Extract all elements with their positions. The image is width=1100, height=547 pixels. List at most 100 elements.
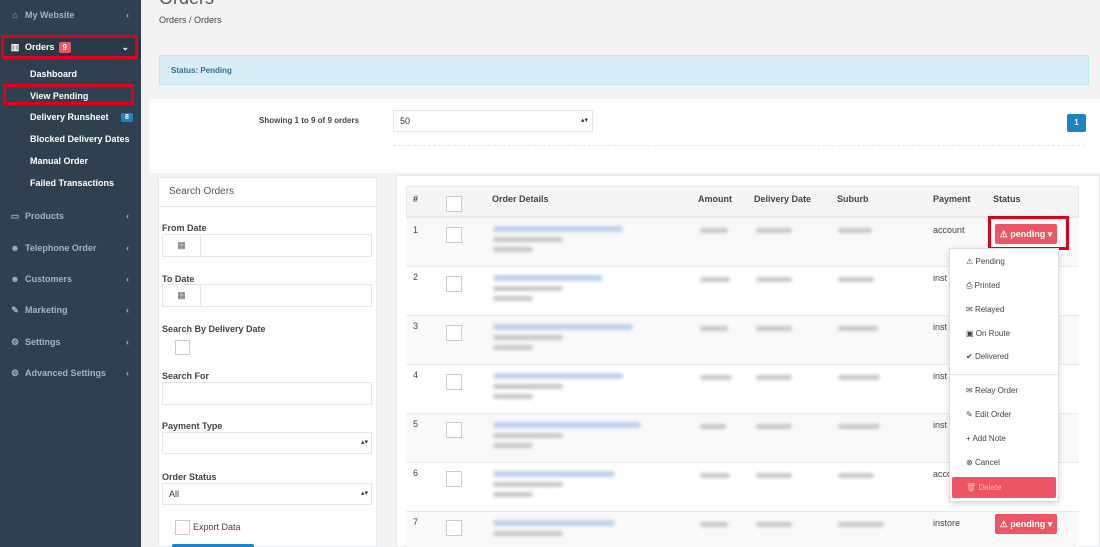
orders-count-badge: 9 <box>58 41 71 53</box>
showing-count: Showing 1 to 9 of 9 orders <box>259 116 360 125</box>
order-link[interactable] <box>493 422 641 428</box>
menu-item-add-note[interactable]: + Add Note <box>966 434 1006 443</box>
chevron-left-icon: ‹ <box>126 305 129 315</box>
row-checkbox[interactable] <box>446 520 462 536</box>
nav-telephone-order[interactable]: ☻ Telephone Order ‹ <box>0 237 141 259</box>
sub-label: Blocked Delivery Dates <box>30 134 130 144</box>
divider <box>158 206 377 207</box>
row-checkbox[interactable] <box>446 325 462 341</box>
col-num: # <box>413 194 419 204</box>
order-link[interactable] <box>493 226 623 232</box>
calendar-icon: ▦ <box>163 285 201 306</box>
nav-my-website[interactable]: ⌂ My Website ‹ <box>0 4 141 26</box>
per-page-select[interactable]: 50 ▴▾ <box>393 110 593 132</box>
nav-advanced-settings[interactable]: ⚙ Advanced Settings ‹ <box>0 362 141 384</box>
row-number: 7 <box>413 517 419 527</box>
order-status-value: All <box>169 489 180 499</box>
redacted-suburb <box>838 375 880 380</box>
row-checkbox[interactable] <box>446 276 462 292</box>
menu-label: On Route <box>975 329 1011 338</box>
envelope-icon: ✉ <box>966 386 973 395</box>
nav-label: Advanced Settings <box>25 368 107 378</box>
from-date-input[interactable]: ▦ <box>162 234 372 257</box>
redacted-date <box>756 375 792 380</box>
redacted-amount <box>700 473 730 478</box>
redacted-text <box>493 433 563 438</box>
menu-label: Cancel <box>974 458 1000 467</box>
nav-orders[interactable]: ▥ Orders 9 ⌄ <box>0 36 141 58</box>
page-1-button[interactable]: 1 <box>1067 114 1086 132</box>
nav-customers[interactable]: ☻ Customers ‹ <box>0 268 141 290</box>
row-checkbox[interactable] <box>446 227 462 243</box>
caret-down-icon: ▾ <box>1047 519 1053 529</box>
col-payment: Payment <box>933 194 971 204</box>
status-pending-button[interactable]: ⚠ pending ▾ <box>995 224 1057 244</box>
status-pending-button[interactable]: ⚠ pending ▾ <box>995 514 1057 534</box>
redacted-text <box>493 345 533 350</box>
sidebar-item-manual-order[interactable]: Manual Order <box>0 151 141 171</box>
redacted-amount <box>700 375 732 380</box>
order-link[interactable] <box>493 520 615 526</box>
search-title: Search Orders <box>169 186 235 197</box>
check-icon: ✔ <box>966 352 973 361</box>
bus-icon: ▣ <box>966 329 974 338</box>
nav-label: Marketing <box>25 305 68 315</box>
menu-item-edit-order[interactable]: ✎ Edit Order <box>966 410 1011 419</box>
order-link[interactable] <box>493 275 603 281</box>
payment-value: inst <box>933 371 948 381</box>
sidebar-item-view-pending[interactable]: View Pending <box>0 86 141 106</box>
redacted-date <box>756 228 792 233</box>
sidebar-item-delivery-runsheet[interactable]: Delivery Runsheet 8 <box>0 107 141 127</box>
redacted-suburb <box>838 424 880 429</box>
export-checkbox[interactable] <box>175 520 190 535</box>
delivery-date-checkbox[interactable] <box>175 340 190 355</box>
nav-products[interactable]: ▭ Products ‹ <box>0 205 141 227</box>
select-all-checkbox[interactable] <box>446 196 462 212</box>
menu-label: Relay Order <box>974 386 1019 395</box>
row-checkbox[interactable] <box>446 374 462 390</box>
to-date-input[interactable]: ▦ <box>162 284 372 307</box>
select-arrows-icon: ▴▾ <box>360 490 368 497</box>
order-status-label: Order Status <box>162 472 217 482</box>
menu-item-delivered[interactable]: ✔ Delivered <box>966 352 1009 361</box>
order-link[interactable] <box>493 373 623 379</box>
delivery-date-label: Search By Delivery Date <box>162 324 266 334</box>
nav-settings[interactable]: ⚙ Settings ‹ <box>0 331 141 353</box>
pencil-icon: ✎ <box>966 410 973 419</box>
order-link[interactable] <box>493 471 615 477</box>
col-order-details: Order Details <box>492 194 549 204</box>
payment-type-select[interactable]: ▴▾ <box>162 432 372 454</box>
menu-item-pending[interactable]: ⚠ Pending <box>966 257 1005 266</box>
menu-item-on-route[interactable]: ▣ On Route <box>966 329 1010 338</box>
caret-down-icon: ▾ <box>1047 229 1053 239</box>
nav-marketing[interactable]: ✎ Marketing ‹ <box>0 299 141 321</box>
sidebar-item-dashboard[interactable]: Dashboard <box>0 64 141 84</box>
col-delivery-date: Delivery Date <box>754 194 812 204</box>
sidebar-item-failed-transactions[interactable]: Failed Transactions <box>0 173 141 193</box>
menu-label: Delete <box>978 483 1002 492</box>
sidebar-item-blocked-dates[interactable]: Blocked Delivery Dates <box>0 129 141 149</box>
select-arrows-icon: ▴▾ <box>360 439 368 446</box>
order-link[interactable] <box>493 324 633 330</box>
divider <box>393 145 1085 146</box>
redacted-text <box>493 394 533 399</box>
row-number: 5 <box>413 419 419 429</box>
chevron-left-icon: ‹ <box>126 243 129 253</box>
menu-item-printed[interactable]: ⎙ Printed <box>966 281 1000 291</box>
row-checkbox[interactable] <box>446 422 462 438</box>
envelope-icon: ✉ <box>966 305 973 314</box>
redacted-date <box>756 473 792 478</box>
menu-item-delete[interactable]: 🗑 Delete <box>952 477 1056 498</box>
redacted-text <box>493 443 533 448</box>
redacted-amount <box>700 326 728 331</box>
menu-item-cancel[interactable]: ⊗ Cancel <box>966 458 1000 467</box>
payment-value: inst <box>933 322 948 332</box>
redacted-date <box>756 424 792 429</box>
users-icon: ☻ <box>10 274 20 284</box>
chevron-left-icon: ‹ <box>126 337 129 347</box>
menu-item-relay-order[interactable]: ✉ Relay Order <box>966 386 1018 395</box>
row-checkbox[interactable] <box>446 471 462 487</box>
search-for-input[interactable] <box>162 382 372 405</box>
menu-item-relayed[interactable]: ✉ Relayed <box>966 305 1004 314</box>
order-status-select[interactable]: All ▴▾ <box>162 483 372 505</box>
